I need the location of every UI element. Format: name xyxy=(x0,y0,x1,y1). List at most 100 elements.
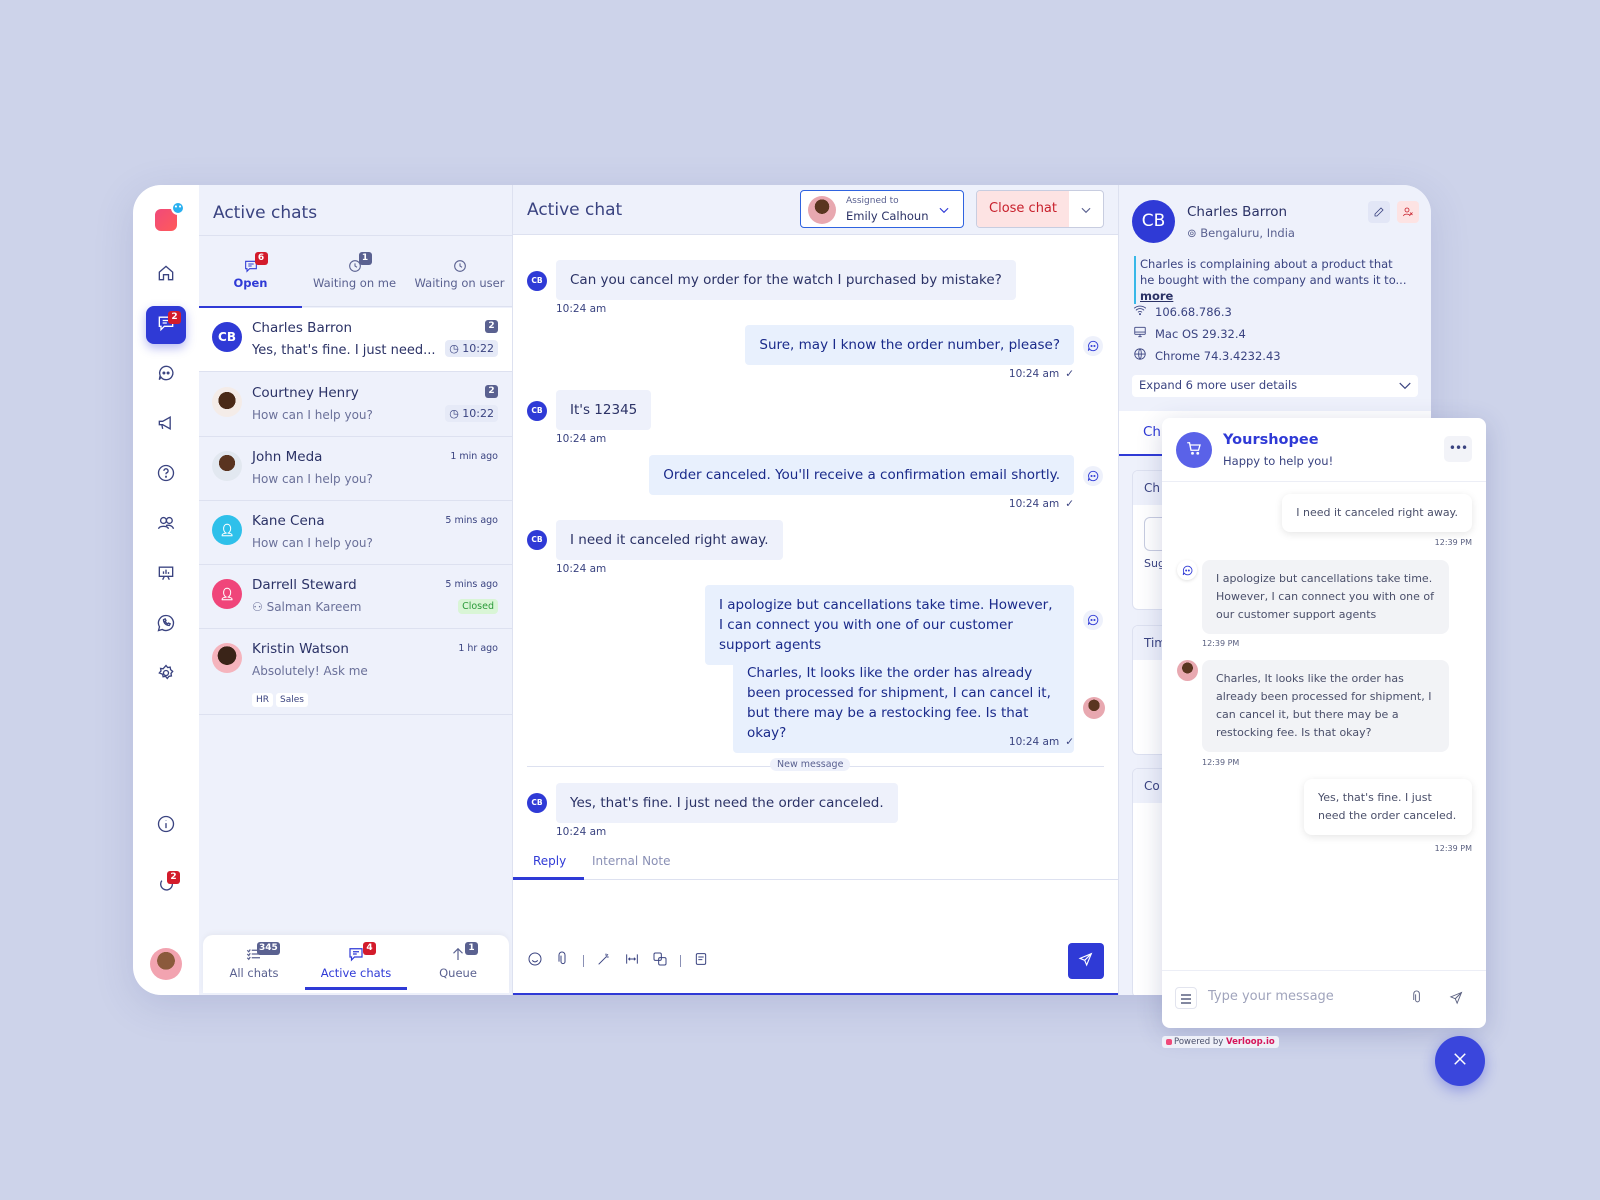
nav-settings[interactable] xyxy=(146,656,186,694)
powered-prefix: Powered by xyxy=(1174,1037,1224,1047)
powered-brand: Verloop.io xyxy=(1225,1037,1275,1047)
message-time: 10:24 am ✓ xyxy=(1009,368,1074,380)
widget-message-time: 12:39 PM xyxy=(1202,639,1240,648)
nav-bots[interactable] xyxy=(146,356,186,394)
message-time-value: 10:24 am xyxy=(1008,736,1060,748)
reply-tab-indicator xyxy=(513,877,584,880)
nav-whatsapp[interactable] xyxy=(146,606,186,644)
chat-list-panel: Active chats 6 Open 1 Waiting on me Wait… xyxy=(199,185,512,995)
chat-row[interactable]: John Meda How can I help you? 1 min ago xyxy=(199,437,512,501)
send-icon[interactable] xyxy=(1449,990,1464,1009)
contact-name: Charles Barron xyxy=(252,320,353,336)
customer-avatar: CB xyxy=(527,271,547,291)
assignee-dropdown[interactable]: Assigned to Emily Calhoun xyxy=(800,190,964,228)
chevron-down-icon xyxy=(937,202,951,221)
wifi-icon xyxy=(1133,303,1147,320)
attach-icon[interactable] xyxy=(555,951,571,971)
user-avatar[interactable] xyxy=(150,948,182,980)
wait-time-value: 10:22 xyxy=(462,407,494,420)
help-icon xyxy=(156,463,176,487)
reply-tabs: Reply Internal Note xyxy=(513,845,1119,880)
avatar: 👤︎ xyxy=(212,579,242,609)
close-widget-button[interactable] xyxy=(1435,1036,1485,1086)
megaphone-icon xyxy=(156,413,176,437)
chat-row[interactable]: Courtney Henry How can I help you? 2 ◷ 1… xyxy=(199,373,512,437)
home-icon xyxy=(156,263,176,287)
customer-avatar: CB xyxy=(527,793,547,813)
unread-count: 2 xyxy=(485,385,498,398)
whatsapp-icon xyxy=(156,613,176,637)
expand-details-button[interactable]: Expand 6 more user details xyxy=(1132,375,1418,397)
emoji-icon[interactable] xyxy=(527,951,543,971)
user-icon: ⚇ xyxy=(252,600,267,614)
profile-tab-chat[interactable]: Ch xyxy=(1143,424,1161,440)
widget-message-agent: Charles, It looks like the order has alr… xyxy=(1202,660,1449,752)
avatar xyxy=(212,451,242,481)
btab-all-chats[interactable]: 345 All chats xyxy=(203,935,305,993)
message-time-value: 10:24 am xyxy=(1008,498,1060,510)
tab-waiting-on-me[interactable]: 1 Waiting on me xyxy=(302,236,407,308)
template-icon[interactable] xyxy=(693,951,709,971)
avatar xyxy=(212,387,242,417)
nav-home[interactable] xyxy=(146,256,186,294)
send-button[interactable] xyxy=(1068,943,1104,979)
bot-icon xyxy=(156,363,176,387)
chat-filter-tabs: 6 Open 1 Waiting on me Waiting on user xyxy=(199,235,512,309)
tab-waiting-on-user[interactable]: Waiting on user xyxy=(407,236,512,308)
tab-internal-note[interactable]: Internal Note xyxy=(592,854,670,868)
btab-queue[interactable]: 1 Queue xyxy=(407,935,509,993)
customer-avatar: CB xyxy=(527,401,547,421)
chat-icon xyxy=(347,948,365,966)
magic-icon[interactable] xyxy=(596,951,612,971)
message-time: 10:24 am ✓ xyxy=(1009,498,1074,510)
tab-reply[interactable]: Reply xyxy=(533,854,566,868)
composer-bottom-border xyxy=(513,993,1119,995)
message-time: 10:24 am ✓ xyxy=(1009,736,1074,748)
more-options-button[interactable]: ••• xyxy=(1444,436,1472,462)
nav-users[interactable] xyxy=(146,506,186,544)
edit-profile-button[interactable] xyxy=(1368,201,1390,223)
profile-summary: Charles is complaining about a product t… xyxy=(1134,256,1409,304)
analytics-icon xyxy=(156,563,176,587)
translate-icon[interactable] xyxy=(652,951,668,971)
close-icon xyxy=(1451,1050,1469,1072)
expand-icon[interactable] xyxy=(624,951,640,971)
tab-open[interactable]: 6 Open xyxy=(199,236,302,309)
toolbar-separator xyxy=(583,955,584,967)
chat-widget: Yourshopee Happy to help you! ••• I need… xyxy=(1162,418,1486,1028)
assignee-avatar xyxy=(808,196,836,224)
contact-name: John Meda xyxy=(252,449,323,465)
chat-row[interactable]: Kristin Watson Absolutely! Ask me 1 hr a… xyxy=(199,629,512,715)
chat-row[interactable]: CB Charles Barron Yes, that's fine. I ju… xyxy=(199,308,512,372)
nav-campaigns[interactable] xyxy=(146,406,186,444)
ip-value: 106.68.786.3 xyxy=(1155,304,1232,319)
more-link[interactable]: more xyxy=(1140,289,1173,303)
cart-icon xyxy=(1185,439,1203,461)
chevron-down-icon[interactable] xyxy=(1079,202,1093,221)
widget-composer: Type your message xyxy=(1162,970,1486,1028)
active-chats-badge: 4 xyxy=(363,942,376,955)
nav-chats[interactable]: 2 xyxy=(146,306,186,344)
profile-browser: Chrome 74.3.4232.43 xyxy=(1133,347,1281,364)
profile-location: ⊚ Bengaluru, India xyxy=(1187,226,1295,240)
nav-info[interactable] xyxy=(146,807,186,845)
last-message: How can I help you? xyxy=(252,536,373,550)
block-user-button[interactable] xyxy=(1397,201,1419,223)
nav-analytics[interactable] xyxy=(146,556,186,594)
chat-row[interactable]: 👤︎ Kane Cena How can I help you? 5 mins … xyxy=(199,501,512,565)
chat-row[interactable]: 👤︎ Darrell Steward ⚇ Salman Kareem 5 min… xyxy=(199,565,512,629)
check-icon: ✓ xyxy=(1065,736,1074,748)
widget-menu-button[interactable] xyxy=(1175,987,1197,1009)
nav-help[interactable] xyxy=(146,456,186,494)
powered-by-badge[interactable]: Powered by Verloop.io xyxy=(1162,1036,1279,1048)
attach-icon[interactable] xyxy=(1410,990,1425,1009)
widget-message-input[interactable]: Type your message xyxy=(1208,989,1334,1004)
message-customer: It's 12345 xyxy=(556,390,652,430)
os-value: Mac OS 29.32.4 xyxy=(1155,326,1246,341)
widget-subtitle: Happy to help you! xyxy=(1223,454,1334,468)
nav-status-badge: 2 xyxy=(167,871,180,884)
btab-active-chats[interactable]: 4 Active chats xyxy=(305,935,407,993)
nav-status[interactable]: 2 xyxy=(146,867,186,905)
widget-brand-avatar xyxy=(1176,432,1212,468)
close-chat-button[interactable]: Close chat xyxy=(977,191,1069,227)
